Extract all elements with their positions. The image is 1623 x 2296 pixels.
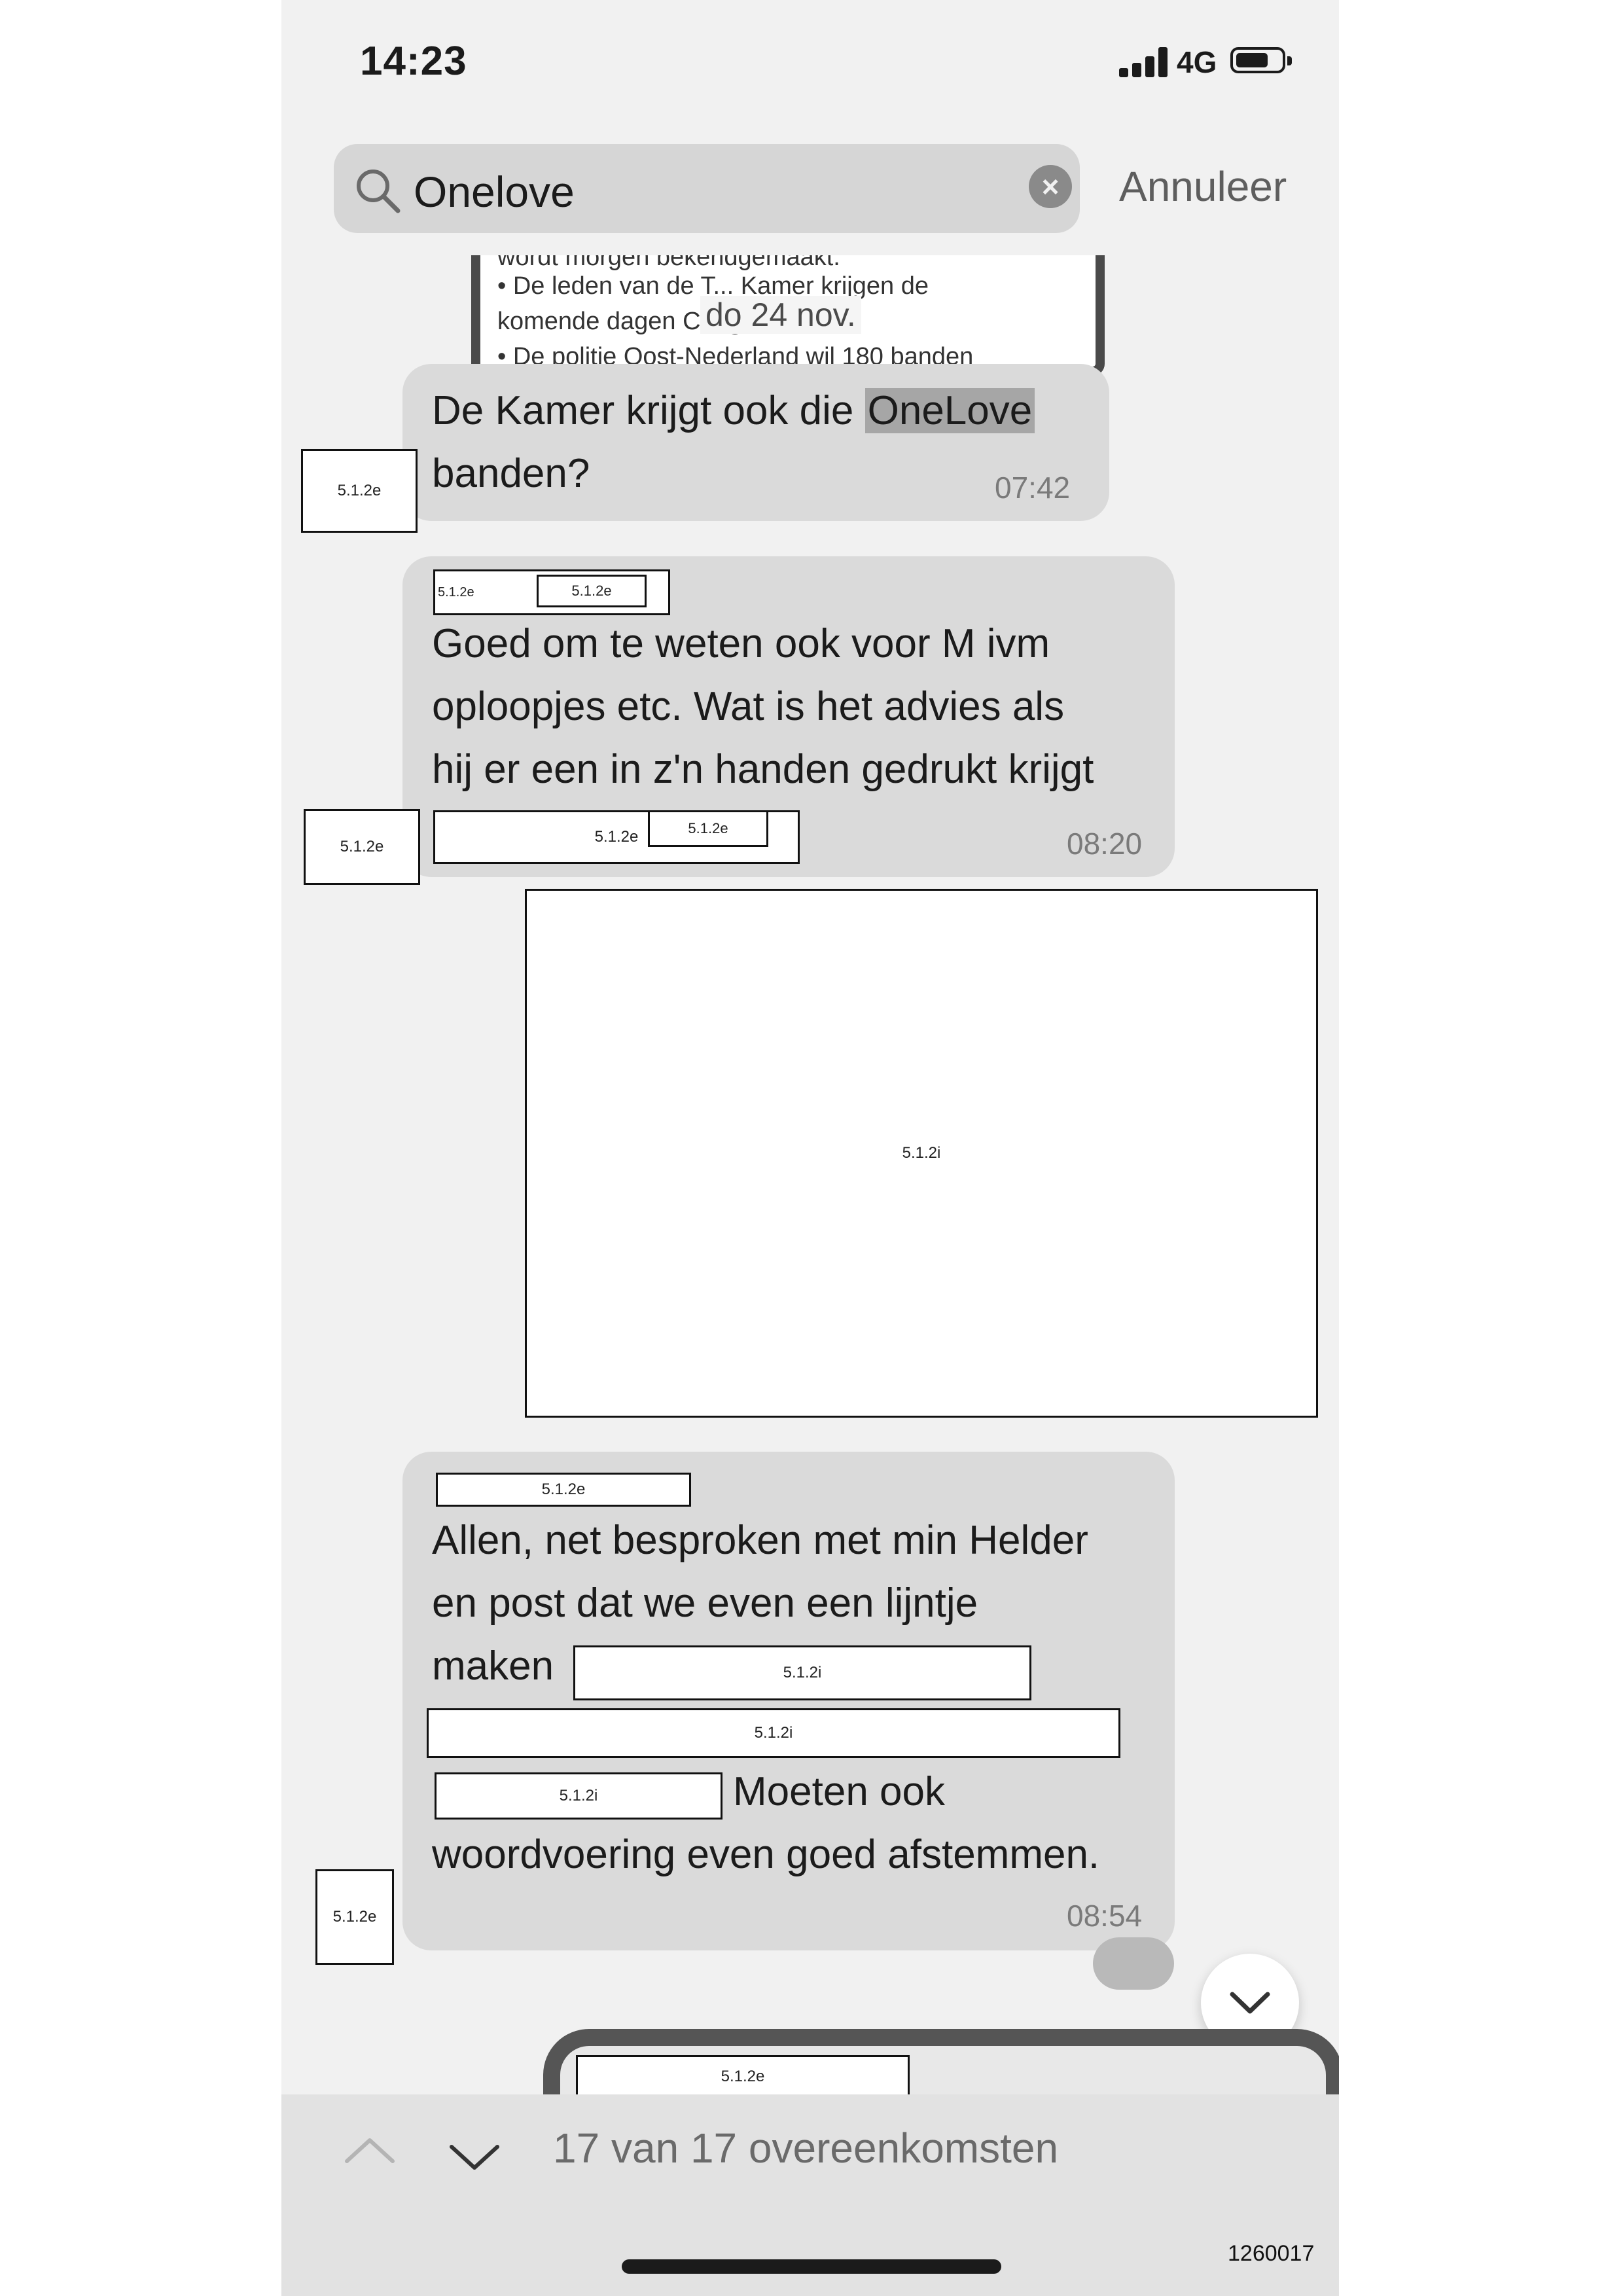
message-text: Goed om te weten ook voor M ivm	[432, 621, 1050, 666]
cancel-button[interactable]: Annuleer	[1119, 162, 1287, 211]
status-time: 14:23	[360, 39, 467, 84]
message-text: maken	[432, 1643, 554, 1689]
chevron-up-icon[interactable]	[340, 2121, 399, 2179]
date-chip: do 24 nov.	[700, 296, 861, 334]
clear-icon[interactable]: ×	[1029, 165, 1072, 208]
snippet-line: wordt morgen bekendgemaakt.	[497, 255, 840, 271]
redaction-box: 5.1.2e	[576, 2055, 910, 2098]
redacted-image: 5.1.2i	[525, 889, 1318, 1418]
message-text: Allen, net besproken met min Helder	[432, 1518, 1088, 1563]
redaction-box: 5.1.2e	[304, 809, 420, 885]
redaction-box: 5.1.2i	[427, 1708, 1120, 1758]
network-label: 4G	[1177, 45, 1217, 79]
message-text: oploopjes etc. Wat is het advies als	[432, 684, 1065, 729]
message-text: hij er een in z'n handen gedrukt krijgt	[432, 747, 1094, 792]
home-indicator[interactable]	[622, 2259, 1001, 2274]
phone-screen: 14:23 4G × Annuleer wordt morgen bekendg…	[281, 0, 1339, 2296]
redaction-box: 5.1.2i	[573, 1645, 1031, 1700]
message-time: 08:54	[1067, 1899, 1143, 1933]
search-highlight: OneLove	[865, 388, 1035, 433]
message-text: woordvoering even goed afstemmen.	[432, 1832, 1100, 1877]
message-text: Moeten ook	[733, 1769, 945, 1814]
redaction-box: 5.1.2e	[436, 1473, 691, 1507]
redaction-box: 5.1.2e	[301, 449, 418, 533]
redaction-box: 5.1.2e	[537, 575, 647, 607]
search-input[interactable]	[412, 165, 1004, 219]
redaction-box: 5.1.2e	[648, 810, 768, 847]
redaction-box: 5.1.2e	[315, 1869, 394, 1965]
reaction-badge[interactable]	[1093, 1937, 1174, 1990]
search-icon	[357, 170, 401, 213]
redaction-box: 5.1.2i	[435, 1772, 722, 1820]
document-number: 1260017	[1228, 2241, 1315, 2266]
chevron-down-icon[interactable]	[445, 2127, 504, 2186]
message-time: 07:42	[995, 471, 1071, 505]
battery-icon	[1230, 47, 1292, 73]
match-counter: 17 van 17 overeenkomsten	[553, 2125, 1059, 2172]
message-text: banden?	[432, 451, 590, 496]
message-text: en post dat we even een lijntje	[432, 1581, 978, 1626]
message-time: 08:20	[1067, 827, 1143, 861]
signal-icon	[1119, 47, 1171, 77]
message-text: De Kamer krijgt ook die OneLove	[432, 380, 1035, 442]
